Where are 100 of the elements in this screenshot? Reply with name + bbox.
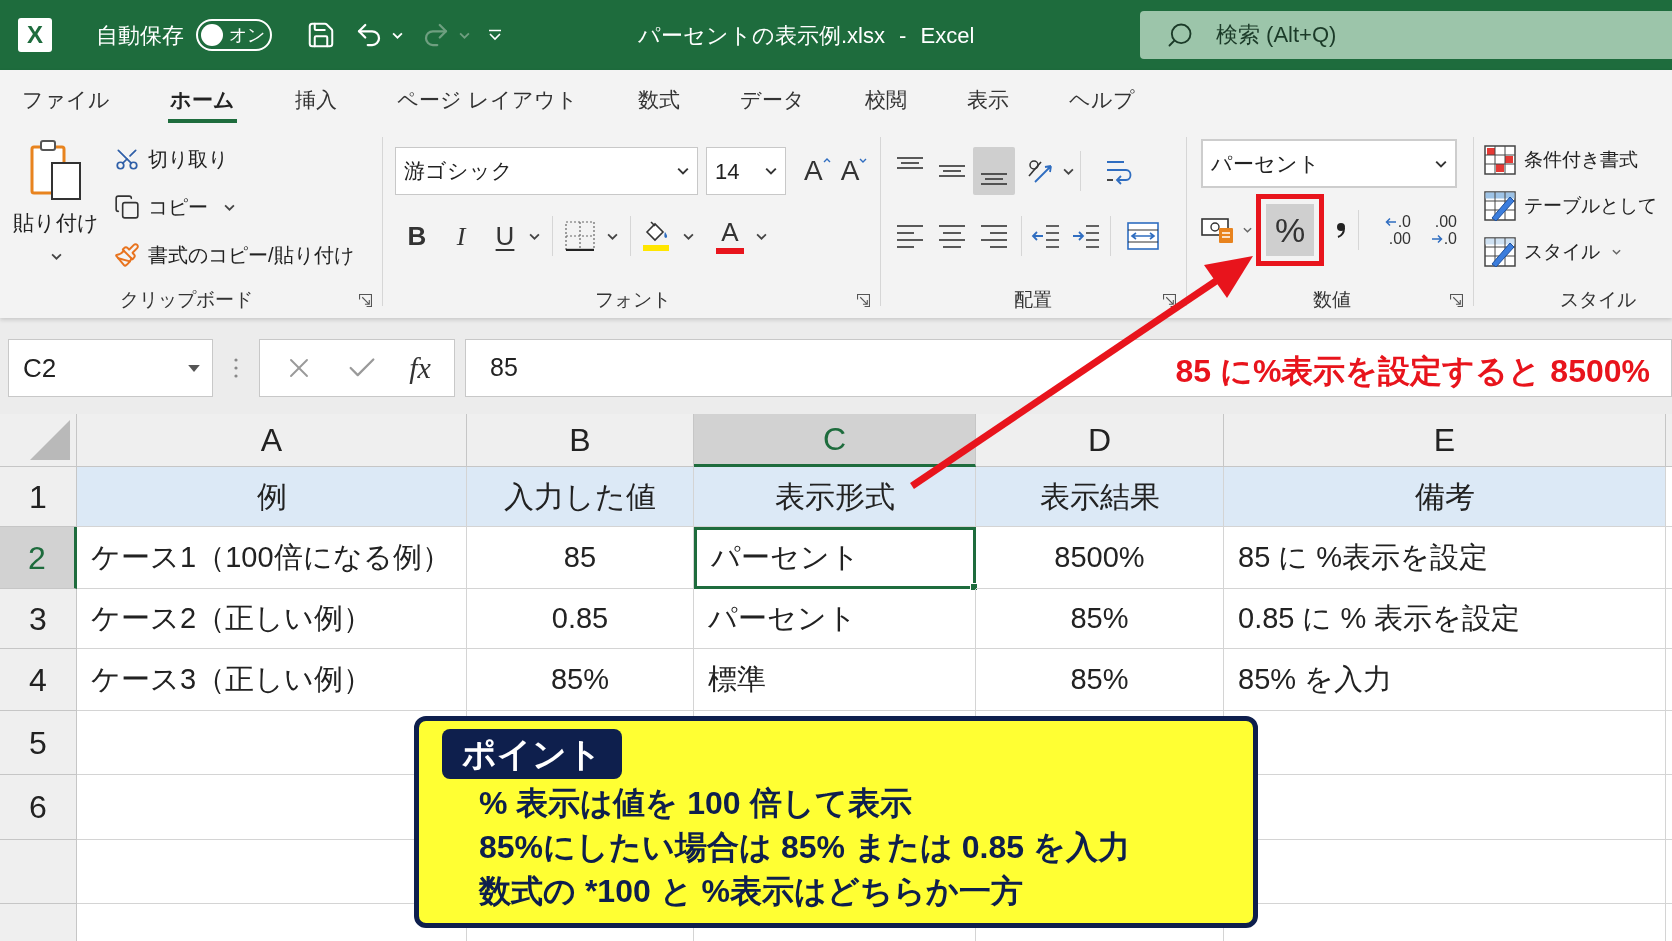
increase-decimal-button[interactable]: .0 .00 xyxy=(1371,208,1411,252)
dialog-launcher-icon[interactable] xyxy=(1450,293,1463,307)
cell-styles-button[interactable]: スタイル xyxy=(1484,229,1672,275)
number-format-dropdown[interactable]: パーセント xyxy=(1201,139,1457,188)
caret-icon xyxy=(677,167,689,175)
increase-indent-icon xyxy=(1071,223,1101,249)
align-bottom-button[interactable] xyxy=(973,147,1015,195)
group-label: クリップボード xyxy=(119,287,253,312)
fill-handle[interactable] xyxy=(970,583,978,591)
caret-icon xyxy=(224,203,235,211)
format-as-table-button[interactable]: テーブルとして xyxy=(1484,183,1672,229)
point-text: % 表示は値を 100 倍して表示 xyxy=(479,784,913,823)
bold-button[interactable]: B xyxy=(395,214,439,258)
column-header[interactable]: C xyxy=(694,414,976,467)
dialog-launcher-icon[interactable] xyxy=(359,293,372,307)
caret-icon xyxy=(1063,167,1074,175)
scissors-icon xyxy=(114,146,140,172)
decrease-indent-icon xyxy=(1031,223,1061,249)
table-cell: 85 に %表示を設定 xyxy=(1224,527,1666,589)
window-title: パーセントの表示例.xlsx - Excel xyxy=(638,21,975,50)
point-text: 数式の *100 と %表示はどちらか一方 xyxy=(479,872,1024,911)
autosave-toggle[interactable]: オン xyxy=(196,19,272,51)
row-header[interactable]: 5 xyxy=(0,711,77,775)
copy-button[interactable]: コピー xyxy=(114,183,354,231)
align-middle-icon xyxy=(938,165,966,177)
drag-handle-icon[interactable] xyxy=(234,358,238,378)
font-color-button[interactable]: A xyxy=(712,218,771,254)
italic-button[interactable]: I xyxy=(439,214,483,258)
table-pen-icon xyxy=(1484,237,1516,267)
paint-bucket-icon xyxy=(641,220,671,252)
align-top-icon xyxy=(896,157,924,169)
arrow-left-icon xyxy=(1384,216,1397,227)
caret-icon xyxy=(188,364,200,372)
row-header[interactable]: 6 xyxy=(0,775,77,840)
table-cell: 0.85 xyxy=(467,589,694,649)
header-cell: 表示結果 xyxy=(976,467,1224,527)
table-cell: パーセント xyxy=(694,589,976,649)
grow-font-button[interactable]: A xyxy=(804,157,831,185)
ribbon-tab[interactable]: 挿入 xyxy=(293,80,339,123)
dialog-launcher-icon[interactable] xyxy=(1163,293,1176,307)
table-cell: ケース1（100倍になる例） xyxy=(77,527,467,589)
row-header[interactable]: 3 xyxy=(0,589,77,649)
search-field[interactable]: 検索 (Alt+Q) xyxy=(1140,11,1672,59)
name-box[interactable]: C2 xyxy=(8,339,213,397)
caret-icon xyxy=(1243,227,1252,233)
caret-icon xyxy=(607,232,618,240)
group-label: 数値 xyxy=(1313,287,1351,312)
group-label: スタイル xyxy=(1560,287,1636,312)
conditional-format-button[interactable]: 条件付き書式 xyxy=(1484,137,1672,183)
font-size-dropdown[interactable]: 14 xyxy=(706,147,786,195)
caret-icon xyxy=(50,252,62,260)
ribbon-tab[interactable]: ホーム xyxy=(168,80,237,123)
comma-icon xyxy=(1336,222,1346,238)
table-cell: 85% xyxy=(976,649,1224,711)
format-painter-button[interactable]: 書式のコピー/貼り付け xyxy=(114,231,354,279)
ribbon-tab[interactable]: 表示 xyxy=(964,80,1011,123)
customize-icon xyxy=(488,29,502,41)
dialog-launcher-icon[interactable] xyxy=(857,293,870,307)
toggle-knob-icon xyxy=(201,24,223,46)
shrink-font-button[interactable]: A xyxy=(840,157,868,185)
point-text: 85%にしたい場合は 85% または 0.85 を入力 xyxy=(479,828,1131,867)
color-swatch-icon xyxy=(716,247,744,254)
table-cell: パーセント xyxy=(694,527,976,589)
caret-icon xyxy=(1435,159,1447,168)
ribbon-tab[interactable]: ページ レイアウト xyxy=(395,80,580,123)
ribbon-tab[interactable]: 数式 xyxy=(635,80,682,123)
search-icon xyxy=(1166,21,1194,49)
table-cell: ケース2（正しい例） xyxy=(77,589,467,649)
caret-up-icon xyxy=(822,158,831,163)
triangle-icon xyxy=(30,420,70,460)
underline-button[interactable]: U xyxy=(483,214,546,258)
align-left-icon xyxy=(896,224,924,248)
autosave-label: 自動保存 xyxy=(96,21,184,50)
decrease-decimal-button[interactable]: .00 .0 xyxy=(1417,208,1457,252)
row-header[interactable]: 1 xyxy=(0,467,77,527)
row-header[interactable]: 2 xyxy=(0,527,77,589)
table-cell: 8500% xyxy=(976,527,1224,589)
align-center-icon xyxy=(938,224,966,248)
paste-button[interactable]: 貼り付け xyxy=(10,135,102,275)
insert-function-button[interactable]: fx xyxy=(409,353,431,383)
caret-icon xyxy=(683,232,694,240)
caret-icon xyxy=(1612,249,1621,255)
copy-icon xyxy=(114,194,140,220)
caret-down-icon xyxy=(859,158,868,163)
header-cell: 入力した値 xyxy=(467,467,694,527)
row-header[interactable]: 4 xyxy=(0,649,77,711)
caret-icon xyxy=(459,31,470,39)
accounting-format-button[interactable] xyxy=(1201,216,1252,244)
caret-icon xyxy=(529,232,540,240)
ribbon-tab[interactable]: ヘルプ xyxy=(1066,80,1137,123)
arrow-right-icon xyxy=(1430,233,1443,244)
percent-style-button[interactable]: % xyxy=(1266,204,1314,256)
ribbon-tab[interactable]: 校閲 xyxy=(862,80,909,123)
table-cell: 85% xyxy=(467,649,694,711)
ribbon-tab[interactable]: データ xyxy=(737,80,807,123)
header-cell: 例 xyxy=(77,467,467,527)
ribbon-tab[interactable]: ファイル xyxy=(20,80,112,123)
font-name-dropdown[interactable]: 游ゴシック xyxy=(395,147,698,195)
cut-button[interactable]: 切り取り xyxy=(114,135,354,183)
caret-icon xyxy=(392,31,403,39)
